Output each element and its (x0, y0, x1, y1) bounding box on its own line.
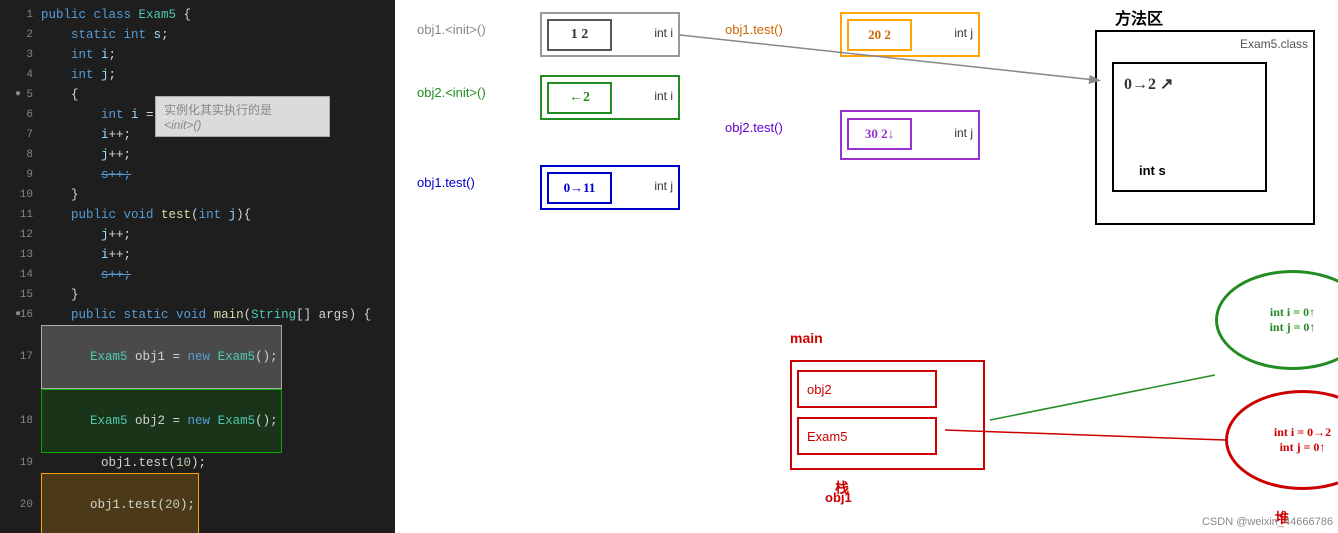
obj1-test-top-label: obj1.test() (725, 22, 783, 37)
annotation-line2: <init>() (164, 118, 321, 132)
annotation-init: 实例化其实执行的是 <init>() (155, 96, 330, 137)
code-line-18: 18 Exam5 obj2 = new Exam5(); (0, 389, 395, 453)
heap-circle-obj2: int i = 0→2 int j = 0↑ (1225, 390, 1338, 490)
code-line-16: 16 public static void main(String[] args… (0, 305, 395, 325)
code-line-15: 15 } (0, 285, 395, 305)
diagram-area: obj1.<init>() 1 2 int i obj2.<init>() ←2… (395, 0, 1338, 533)
code-line-20: 20 obj1.test(20); (0, 473, 395, 533)
obj2-test-label: obj2.test() (725, 120, 783, 135)
obj1-init-label: obj1.<init>() (417, 22, 486, 37)
method-area-title: 方法区 (1115, 5, 1163, 29)
obj1-test-bottom-label: obj1.test() (417, 175, 475, 190)
code-line-14: 14 s++; (0, 265, 395, 285)
code-line-1: 1 public class Exam5 { (0, 5, 395, 25)
stack-obj2-row: obj2 (797, 370, 937, 408)
code-line-10: 10 } (0, 185, 395, 205)
obj2-init-box: ←2 int i (540, 75, 680, 120)
code-line-8: 8 j++; (0, 145, 395, 165)
method-area-int-s: int s (1139, 163, 1166, 178)
stack-obj1-row: Exam5 (797, 417, 937, 455)
code-line-3: 3 int i; (0, 45, 395, 65)
method-area-outer-box: Exam5.class 0→2 ↗ int s (1095, 30, 1315, 225)
code-line-19: 19 obj1.test(10); (0, 453, 395, 473)
obj1-init-box: 1 2 int i (540, 12, 680, 57)
obj1-test-bottom-value: 0→11 (547, 172, 612, 204)
obj2-test-type: int j (954, 126, 973, 140)
code-line-17: 17 Exam5 obj1 = new Exam5(); (0, 325, 395, 389)
code-line-12: 12 j++; (0, 225, 395, 245)
heap-circle-obj1: int i = 0↑ int j = 0↑ (1215, 270, 1338, 370)
obj1-init-type: int i (654, 26, 673, 40)
obj1-test-bottom-box: 0→11 int j (540, 165, 680, 210)
stack-box: obj2 Exam5 (790, 360, 985, 470)
method-area-inner-box: 0→2 ↗ int s (1112, 62, 1267, 192)
obj2-init-value: ←2 (547, 82, 612, 114)
obj1-init-value: 1 2 (547, 19, 612, 51)
code-line-13: 13 i++; (0, 245, 395, 265)
obj2-test-box: 30 2↓ int j (840, 110, 980, 160)
obj1-test-top-type: int j (954, 26, 973, 40)
code-line-9: 9 s++; (0, 165, 395, 185)
method-area-values: 0→2 ↗ (1124, 74, 1173, 94)
code-line-11: 11 public void test(int j){ (0, 205, 395, 225)
stack-label: 栈 (835, 478, 849, 498)
obj2-init-label: obj2.<init>() (417, 85, 486, 100)
obj1-test-top-box: 20 2 int j (840, 12, 980, 57)
code-line-2: 2 static int s; (0, 25, 395, 45)
code-panel: 1 public class Exam5 { 2 static int s; 3… (0, 0, 395, 533)
obj2-test-value: 30 2↓ (847, 118, 912, 150)
obj1-test-top-value: 20 2 (847, 19, 912, 51)
watermark: CSDN @weixin_44666786 (1202, 516, 1333, 528)
code-line-4: 4 int j; (0, 65, 395, 85)
exam5-class-label: Exam5.class (1240, 37, 1308, 51)
obj1-test-bottom-type: int j (654, 179, 673, 193)
annotation-line1: 实例化其实执行的是 (164, 101, 321, 118)
main-label: main (790, 330, 823, 346)
obj2-init-type: int i (654, 89, 673, 103)
